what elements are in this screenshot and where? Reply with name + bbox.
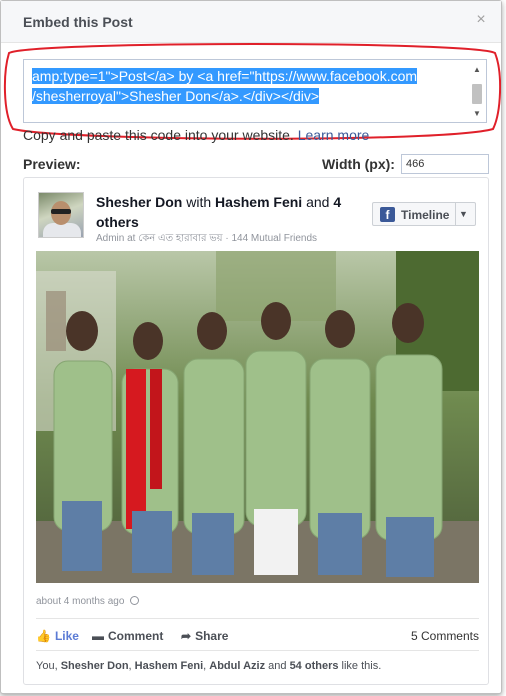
scroll-up-icon[interactable]: ▲ (470, 64, 484, 76)
embed-code-text[interactable]: amp;type=1">Post</a> by <a href="https:/… (32, 66, 462, 106)
dialog-titlebar: Embed this Post × (1, 1, 501, 43)
and-word: and (306, 194, 330, 210)
comments-count-link[interactable]: 5 Comments (411, 629, 479, 643)
width-label: Width (px): (322, 156, 395, 172)
divider (36, 650, 479, 651)
dialog-title: Embed this Post (23, 14, 133, 30)
scroll-thumb[interactable] (472, 84, 482, 104)
hint-text: Copy and paste this code into your websi… (23, 127, 294, 143)
embed-code-textarea[interactable]: amp;type=1">Post</a> by <a href="https:/… (23, 59, 487, 123)
share-button[interactable]: ➦ Share (181, 629, 228, 643)
likes-summary: You, Shesher Don, Hashem Feni, Abdul Azi… (36, 660, 382, 672)
like-button[interactable]: 👍 Like (36, 629, 79, 643)
liker-link[interactable]: Abdul Aziz (209, 660, 265, 672)
post-actions: 👍 Like ▬ Comment ➦ Share 5 Comments (36, 626, 479, 646)
preview-label: Preview: (23, 156, 81, 172)
divider (36, 618, 479, 619)
code-line-2: /shesherroyal">Shesher Don</a>.</div></d… (32, 88, 320, 104)
comment-button[interactable]: ▬ Comment (92, 629, 163, 643)
code-line-1: amp;type=1">Post</a> by <a href="https:/… (32, 68, 418, 84)
chevron-down-icon[interactable]: ▼ (459, 209, 468, 219)
avatar[interactable] (38, 192, 84, 238)
author-link[interactable]: Shesher Don (96, 194, 182, 210)
likes-others-link[interactable]: 54 others (290, 660, 339, 672)
post-preview: Shesher Don with Hashem Feni and 4 other… (23, 177, 489, 685)
globe-icon (130, 596, 140, 605)
textarea-scrollbar[interactable]: ▲ ▼ (470, 62, 484, 120)
likes-and: and (268, 660, 287, 672)
close-icon[interactable]: × (473, 12, 489, 28)
post-title: Shesher Don with Hashem Feni and 4 other… (96, 192, 366, 232)
liker-link[interactable]: Shesher Don (61, 660, 129, 672)
post-meta: Admin at কেন এত হারাবার ভয় · 144 Mutual… (96, 233, 318, 244)
post-timestamp[interactable]: about 4 months ago (36, 596, 140, 607)
thumbs-up-icon: 👍 (36, 629, 51, 643)
post-photo[interactable] (36, 251, 479, 583)
comment-icon: ▬ (92, 629, 104, 643)
width-input[interactable] (401, 154, 489, 174)
like-label: Like (54, 629, 79, 643)
embed-hint: Copy and paste this code into your websi… (23, 127, 369, 143)
scroll-down-icon[interactable]: ▼ (470, 108, 484, 120)
timeline-label: Timeline (401, 208, 450, 222)
share-icon: ➦ (181, 629, 192, 643)
tagged-link[interactable]: Hashem Feni (215, 194, 302, 210)
learn-more-link[interactable]: Learn more (298, 127, 370, 143)
with-word: with (186, 194, 212, 210)
likes-suffix: like this. (341, 660, 382, 672)
timeline-button[interactable]: f Timeline ▼ (372, 202, 476, 226)
facebook-icon: f (380, 207, 395, 222)
share-label: Share (195, 629, 229, 643)
embed-dialog: Embed this Post × amp;type=1">Post</a> b… (0, 0, 502, 694)
time-text[interactable]: about 4 months ago (36, 596, 124, 607)
comment-label: Comment (108, 629, 164, 643)
likes-prefix: You, (36, 660, 61, 672)
liker-link[interactable]: Hashem Feni (135, 660, 203, 672)
